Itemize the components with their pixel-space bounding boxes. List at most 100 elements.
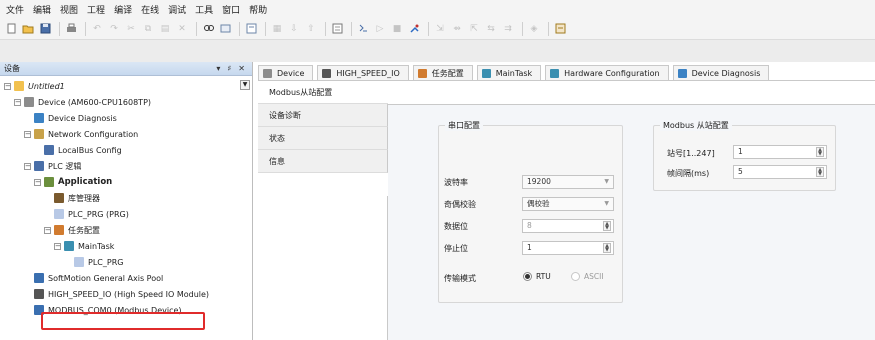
editor-tab[interactable]: HIGH_SPEED_IO (317, 65, 409, 80)
bookmark-icon[interactable] (244, 22, 258, 35)
hardware-icon (550, 68, 560, 78)
save-icon[interactable] (38, 22, 52, 35)
menu-debug[interactable]: 调试 (168, 3, 186, 16)
station-field[interactable]: 1 ▲ ▼ (733, 145, 827, 159)
menu-edit[interactable]: 编辑 (33, 3, 51, 16)
cut-icon[interactable]: ✂ (124, 22, 138, 35)
toolbar: ↶ ↷ ✂ ⧉ ▤ ✕ ▦ ⇩ ⇧ ▷ ■ ⇲ ⇴ ⇱ ⇆ ⇉ ◈ (0, 18, 875, 40)
logout-icon[interactable]: ⇧ (304, 22, 318, 35)
editor-tab-label: MainTask (495, 68, 533, 78)
radio-ascii[interactable]: ASCII (571, 272, 604, 281)
tree-item[interactable]: SoftMotion General Axis Pool (0, 270, 252, 286)
menu-window[interactable]: 窗口 (222, 3, 240, 16)
editor-tab[interactable]: Hardware Configuration (545, 65, 669, 80)
toggle-icon[interactable] (553, 22, 567, 35)
close-icon[interactable]: ✕ (238, 64, 245, 73)
tree-item[interactable]: − MainTask (0, 238, 252, 254)
redo-icon[interactable]: ↷ (107, 22, 121, 35)
tree-item[interactable]: LocalBus Config (0, 142, 252, 158)
slave-config-group: Modbus 从站配置 站号[1..247] 1 ▲ ▼ 帧间隔(ms) 5 ▲ ▼ (653, 120, 836, 191)
editor-tab-label: HIGH_SPEED_IO (336, 68, 400, 78)
tree-item[interactable]: PLC_PRG (PRG) (0, 206, 252, 222)
collapse-icon[interactable]: − (34, 178, 41, 186)
tree-item[interactable]: Device Diagnosis (0, 110, 252, 126)
toggle-icon[interactable]: ⇱ (467, 22, 481, 35)
station-value: 1 (738, 147, 743, 156)
menu-file[interactable]: 文件 (6, 3, 24, 16)
parity-select[interactable]: 偶校验 ▼ (522, 197, 614, 211)
toolbar-separator (325, 21, 326, 36)
menu-tools[interactable]: 工具 (195, 3, 213, 16)
tab-device-diagnosis[interactable]: 设备诊断 (258, 104, 388, 127)
collapse-icon[interactable]: − (14, 98, 21, 106)
spinner-icon[interactable]: ▲ ▼ (603, 221, 611, 231)
menu-project[interactable]: 工程 (87, 3, 105, 16)
spinner-icon[interactable]: ▲ ▼ (816, 167, 824, 177)
open-icon[interactable] (21, 22, 35, 35)
menu-bar: 文件 编辑 视图 工程 编译 在线 调试 工具 窗口 帮助 (0, 0, 875, 18)
tree-item[interactable]: PLC_PRG (0, 254, 252, 270)
login-icon[interactable]: ⇩ (287, 22, 301, 35)
collapse-icon[interactable]: − (44, 226, 51, 234)
undo-icon[interactable]: ↶ (90, 22, 104, 35)
step-over-icon[interactable] (407, 22, 421, 35)
plc-logic-icon (34, 161, 44, 171)
collapse-icon[interactable]: − (4, 82, 11, 90)
editor-tab-label: Device Diagnosis (691, 68, 761, 78)
tree-item[interactable]: 库管理器 (0, 190, 252, 206)
step-into-icon[interactable]: ■ (390, 22, 404, 35)
tab-modbus-slave-config[interactable]: Modbus从站配置 (258, 81, 388, 104)
step-out-icon[interactable]: ⇆ (484, 22, 498, 35)
step-out-icon[interactable]: ⇲ (433, 22, 447, 35)
delete-icon[interactable]: ✕ (175, 22, 189, 35)
editor-tab[interactable]: 任务配置 (412, 65, 473, 80)
spinner-icon[interactable]: ▲ ▼ (603, 243, 611, 253)
collapse-icon[interactable]: − (24, 162, 31, 170)
spinner-icon[interactable]: ▲ ▼ (816, 147, 824, 157)
menu-help[interactable]: 帮助 (249, 3, 267, 16)
tree-item[interactable]: − 任务配置 (0, 222, 252, 238)
data-bits-field[interactable]: 8 ▲ ▼ (522, 219, 614, 233)
stop-bits-field[interactable]: 1 ▲ ▼ (522, 241, 614, 255)
editor-tab[interactable]: Device (258, 65, 314, 80)
editor-tab-label: Hardware Configuration (564, 68, 660, 78)
radio-rtu[interactable]: RTU (523, 272, 551, 281)
baud-rate-select[interactable]: 19200 ▼ (522, 175, 614, 189)
device-icon[interactable]: ▦ (270, 22, 284, 35)
editor-tab[interactable]: Device Diagnosis (672, 65, 770, 80)
pin-icon[interactable]: ♯ (227, 64, 231, 73)
find-icon[interactable] (201, 22, 215, 35)
tree-item[interactable]: − PLC 逻辑 (0, 158, 252, 174)
tree-dropdown-icon[interactable]: ▼ (240, 80, 250, 90)
tree-item[interactable]: − Device (AM600-CPU1608TP) (0, 94, 252, 110)
breakpoint-icon[interactable]: ⇴ (450, 22, 464, 35)
pane-menu-icon[interactable]: ▾ (216, 64, 220, 73)
build-icon[interactable]: ▷ (373, 22, 387, 35)
copy-icon[interactable]: ⧉ (141, 22, 155, 35)
run-icon[interactable] (330, 22, 344, 35)
print-icon[interactable] (64, 22, 78, 35)
frame-interval-field[interactable]: 5 ▲ ▼ (733, 165, 827, 179)
device-pane-header: 设备 ▾ ♯ ✕ (0, 62, 252, 76)
tree-item[interactable]: − Network Configuration (0, 126, 252, 142)
program-icon (54, 209, 64, 219)
tree-item[interactable]: − Application (0, 174, 252, 190)
tree-item[interactable]: − Untitled1 (0, 78, 252, 94)
menu-build[interactable]: 编译 (114, 3, 132, 16)
menu-online[interactable]: 在线 (141, 3, 159, 16)
breakpoint-icon[interactable]: ◈ (527, 22, 541, 35)
menu-view[interactable]: 视图 (60, 3, 78, 16)
tree-item-label: Device (AM600-CPU1608TP) (38, 97, 152, 107)
new-project-icon[interactable] (4, 22, 18, 35)
replace-icon[interactable] (218, 22, 232, 35)
tree-item-label: HIGH_SPEED_IO (High Speed IO Module) (48, 289, 210, 299)
paste-icon[interactable]: ▤ (158, 22, 172, 35)
collapse-icon[interactable]: − (24, 130, 31, 138)
tab-information[interactable]: 信息 (258, 150, 388, 173)
step-into-icon[interactable]: ⇉ (501, 22, 515, 35)
collapse-icon[interactable]: − (54, 242, 61, 250)
stop-icon[interactable] (356, 22, 370, 35)
tab-status[interactable]: 状态 (258, 127, 388, 150)
editor-tab[interactable]: MainTask (476, 65, 542, 80)
tree-item[interactable]: HIGH_SPEED_IO (High Speed IO Module) (0, 286, 252, 302)
